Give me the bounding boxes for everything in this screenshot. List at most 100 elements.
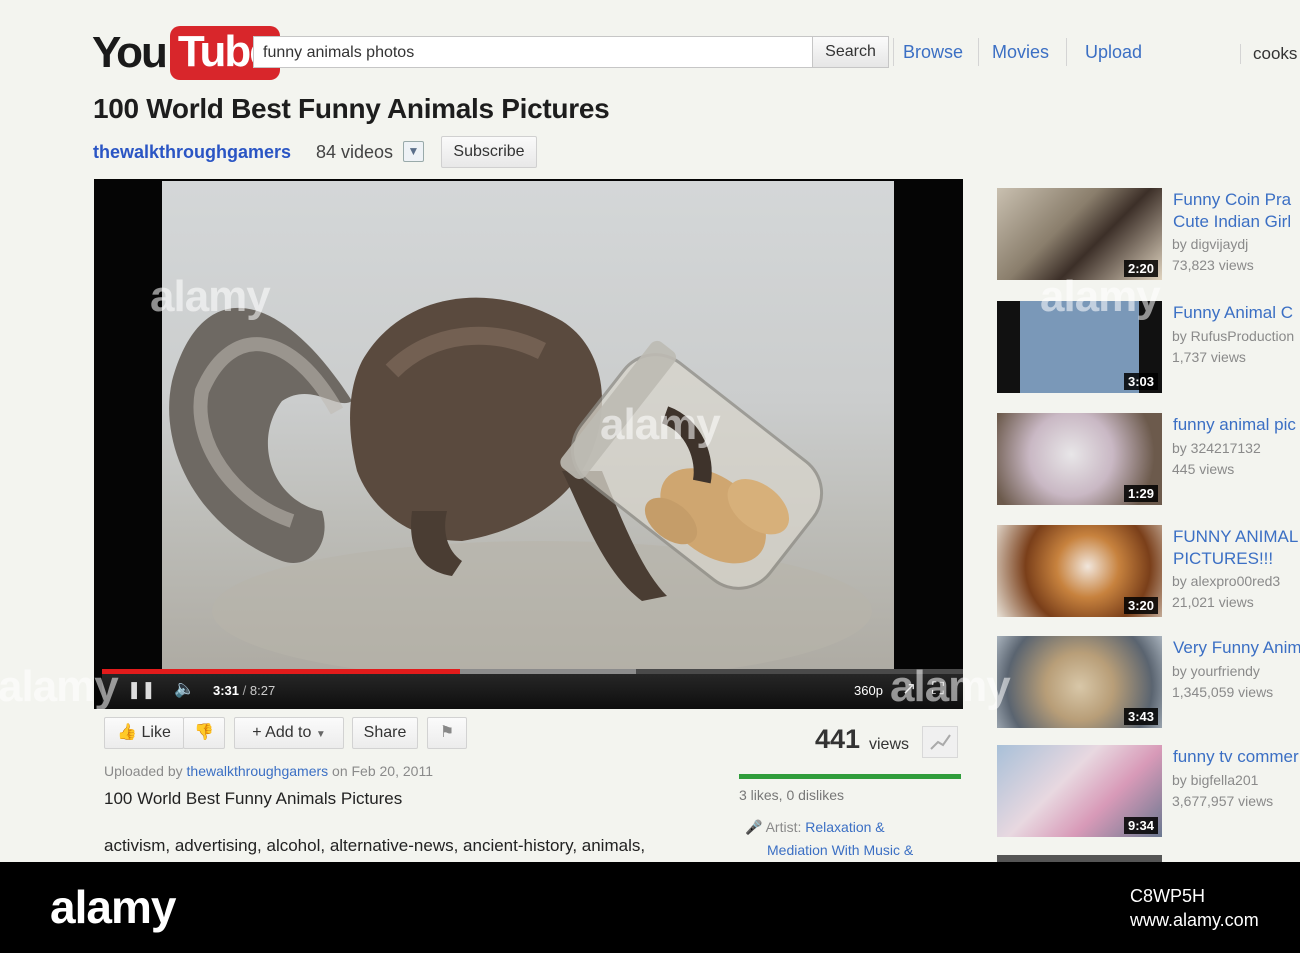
related-title[interactable]: FUNNY ANIMAL PICTURES!!! bbox=[1173, 526, 1300, 570]
related-title-line1: funny tv commer bbox=[1173, 747, 1299, 766]
nav-browse-link[interactable]: Browse bbox=[903, 42, 963, 63]
related-title[interactable]: Funny Animal C bbox=[1173, 302, 1300, 324]
duration-badge: 9:34 bbox=[1123, 817, 1158, 834]
watermark-text: alamy bbox=[600, 400, 721, 449]
related-views: 1,345,059 views bbox=[1172, 684, 1274, 700]
chevron-down-icon: ▼ bbox=[315, 729, 326, 740]
related-title-line1: funny animal pic bbox=[1173, 415, 1296, 434]
related-uploader: by RufusProduction bbox=[1172, 328, 1295, 344]
view-count-label: views bbox=[869, 736, 910, 753]
related-uploader: by bigfella201 bbox=[1172, 772, 1259, 788]
related-thumbnail[interactable]: 1:29 bbox=[997, 413, 1162, 505]
likes-dislikes-text: 3 likes, 0 dislikes bbox=[739, 787, 845, 803]
nav-divider bbox=[1066, 38, 1067, 66]
duration-time: 8:27 bbox=[249, 683, 276, 698]
related-video[interactable]: 2:20 Funny Coin Pra Cute Indian Girl by … bbox=[997, 188, 1300, 280]
video-player[interactable]: ❚❚ 🔈 3:31 / 8:27 360p ↗ ⛶ bbox=[94, 179, 963, 709]
related-views: 21,021 views bbox=[1172, 594, 1254, 610]
alamy-logo: alamy bbox=[50, 881, 176, 933]
watermark-text: alamy bbox=[1040, 272, 1161, 321]
related-title-line1: Very Funny Anim bbox=[1173, 638, 1300, 657]
watermark-text: alamy bbox=[0, 662, 119, 711]
related-title[interactable]: Very Funny Anim bbox=[1173, 637, 1300, 659]
chart-icon bbox=[930, 734, 951, 750]
related-views: 445 views bbox=[1172, 461, 1235, 477]
related-title[interactable]: Funny Coin Pra Cute Indian Girl bbox=[1173, 189, 1300, 233]
watermark-text: alamy bbox=[890, 662, 1011, 711]
related-video[interactable]: 1:29 funny animal pic by 324217132 445 v… bbox=[997, 413, 1300, 505]
video-title: 100 World Best Funny Animals Pictures bbox=[93, 93, 610, 124]
subscribe-button[interactable]: Subscribe bbox=[441, 136, 537, 168]
add-to-button[interactable]: + Add to ▼ bbox=[234, 717, 344, 749]
related-views: 1,737 views bbox=[1172, 349, 1246, 365]
related-uploader: by 324217132 bbox=[1172, 440, 1261, 456]
video-image-squirrel bbox=[169, 297, 872, 671]
like-button[interactable]: 👍 Like bbox=[104, 717, 184, 749]
watermark-text: alamy bbox=[150, 272, 271, 321]
duration-badge: 3:03 bbox=[1123, 373, 1158, 390]
related-views: 3,677,957 views bbox=[1172, 793, 1274, 809]
related-thumbnail-partial bbox=[997, 855, 1162, 862]
current-time: 3:31 bbox=[213, 683, 240, 698]
artist-label: Artist: bbox=[765, 819, 802, 835]
related-title-line2: PICTURES!!! bbox=[1173, 549, 1274, 568]
related-thumbnail[interactable]: 9:34 bbox=[997, 745, 1162, 837]
related-title-line1: Funny Animal C bbox=[1173, 303, 1293, 322]
channel-video-count: 84 videos bbox=[316, 142, 394, 162]
artist-credit: 🎤 Artist: Relaxation & Mediation With Mu… bbox=[745, 816, 913, 862]
related-thumbnail[interactable]: 3:43 bbox=[997, 636, 1162, 728]
image-id: C8WP5H bbox=[1130, 886, 1206, 906]
stock-photo-footer bbox=[0, 862, 1300, 953]
video-tags: activism, advertising, alcohol, alternat… bbox=[104, 836, 646, 855]
related-video[interactable]: 3:20 FUNNY ANIMAL PICTURES!!! by alexpro… bbox=[997, 525, 1300, 617]
volume-icon[interactable]: 🔈 bbox=[174, 679, 195, 699]
user-account-name[interactable]: cooks bbox=[1240, 44, 1297, 64]
add-to-label: Add to bbox=[265, 724, 312, 741]
chevron-down-icon[interactable]: ▼ bbox=[403, 141, 424, 162]
channel-link[interactable]: thewalkthroughgamers bbox=[93, 142, 291, 163]
progress-played bbox=[102, 669, 461, 674]
dislike-button[interactable]: 👎 bbox=[183, 717, 225, 749]
nav-divider bbox=[978, 38, 979, 66]
search-input[interactable]: funny animals photos bbox=[253, 36, 813, 68]
pause-icon[interactable]: ❚❚ bbox=[127, 680, 156, 700]
upload-info: Uploaded by thewalkthroughgamers on Feb … bbox=[104, 763, 433, 779]
youtube-logo[interactable]: You Tube bbox=[92, 26, 280, 80]
related-title[interactable]: funny animal pic bbox=[1173, 414, 1300, 436]
search-button[interactable]: Search bbox=[812, 36, 889, 68]
related-title-line1: FUNNY ANIMAL bbox=[1173, 527, 1299, 546]
uploader-link[interactable]: thewalkthroughgamers bbox=[187, 763, 329, 779]
flag-button[interactable]: ⚑ bbox=[427, 717, 467, 749]
related-title-line1: Funny Coin Pra bbox=[1173, 190, 1292, 209]
nav-movies-link[interactable]: Movies bbox=[992, 42, 1049, 63]
plus-icon: + bbox=[252, 724, 262, 741]
artist-link-cont[interactable]: Mediation With Music & bbox=[745, 842, 913, 858]
time-display: 3:31 / 8:27 bbox=[213, 683, 276, 698]
artist-link[interactable]: Relaxation & bbox=[805, 819, 884, 835]
related-title[interactable]: funny tv commer bbox=[1173, 746, 1300, 768]
stats-button[interactable] bbox=[922, 726, 958, 758]
nav-upload-link[interactable]: Upload bbox=[1085, 42, 1142, 63]
related-title-line2: Cute Indian Girl bbox=[1173, 212, 1292, 231]
duration-badge: 3:43 bbox=[1123, 708, 1158, 725]
like-label: Like bbox=[141, 724, 171, 741]
duration-badge: 1:29 bbox=[1123, 485, 1158, 502]
thumbs-up-icon: 👍 bbox=[117, 724, 138, 741]
share-button[interactable]: Share bbox=[352, 717, 418, 749]
related-video[interactable]: 3:43 Very Funny Anim by yourfriendy 1,34… bbox=[997, 636, 1300, 728]
duration-badge: 3:20 bbox=[1123, 597, 1158, 614]
nav-divider bbox=[893, 38, 894, 66]
video-frame[interactable] bbox=[162, 181, 894, 671]
description-title: 100 World Best Funny Animals Pictures bbox=[104, 789, 403, 808]
browser-screen: You Tube funny animals photos Search Bro… bbox=[0, 0, 1300, 862]
related-thumbnail[interactable]: 3:20 bbox=[997, 525, 1162, 617]
related-uploader: by yourfriendy bbox=[1172, 663, 1260, 679]
related-views: 73,823 views bbox=[1172, 257, 1254, 273]
progress-bar[interactable] bbox=[102, 669, 963, 674]
like-ratio-bar bbox=[739, 774, 961, 779]
alamy-url: www.alamy.com bbox=[1130, 910, 1259, 930]
flag-icon: ⚑ bbox=[439, 724, 455, 741]
related-video[interactable]: 9:34 funny tv commer by bigfella201 3,67… bbox=[997, 745, 1300, 837]
quality-button[interactable]: 360p bbox=[854, 683, 883, 698]
related-thumbnail[interactable]: 2:20 bbox=[997, 188, 1162, 280]
